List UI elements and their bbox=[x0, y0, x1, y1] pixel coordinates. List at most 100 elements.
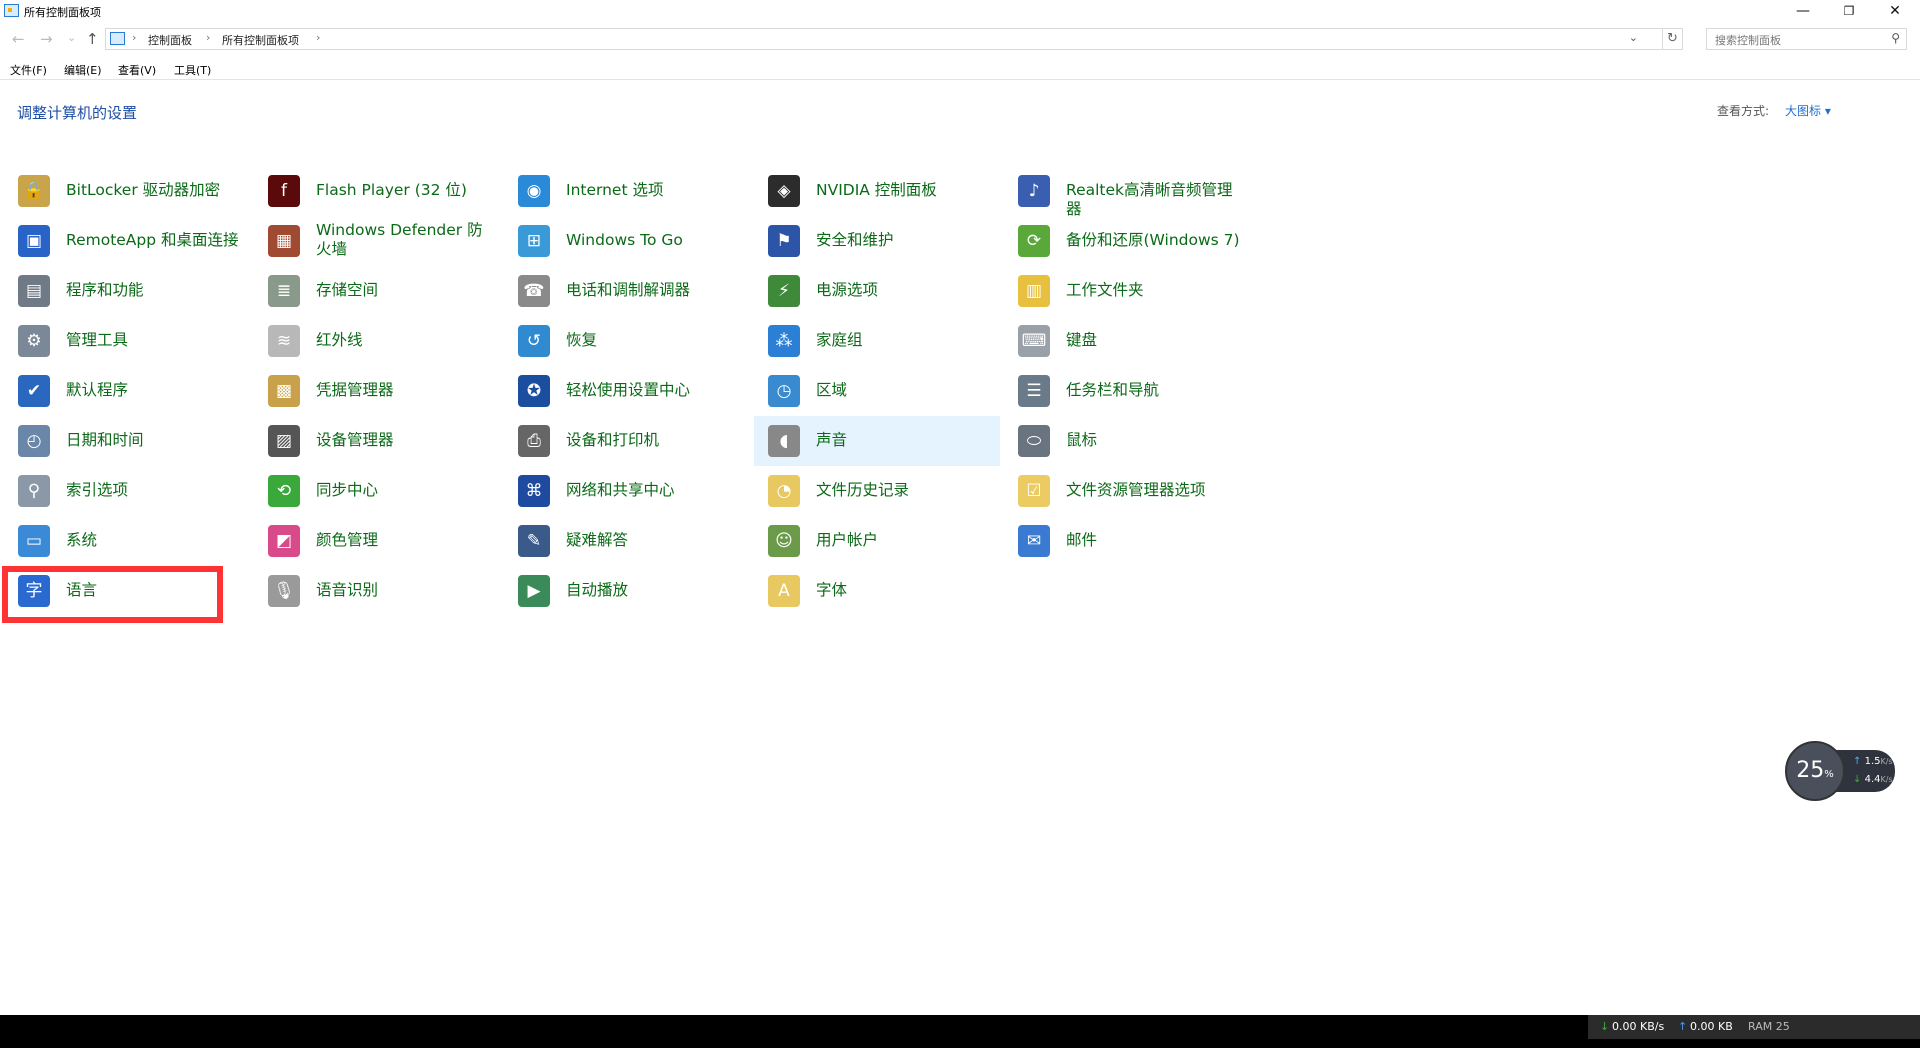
menu-bar: 文件(F) 编辑(E) 查看(V) 工具(T) bbox=[0, 60, 1920, 80]
search-input[interactable]: 搜索控制面板 ⚲ bbox=[1706, 28, 1907, 50]
control-panel-item[interactable]: ◔ 文件历史记录 bbox=[754, 466, 1000, 516]
control-panel-item[interactable]: ♪ Realtek高清晰音频管理器 bbox=[1004, 166, 1250, 218]
back-button[interactable]: ← bbox=[12, 30, 25, 48]
item-label: 设备和打印机 bbox=[566, 431, 660, 449]
control-panel-item[interactable]: ◉ Internet 选项 bbox=[504, 166, 750, 216]
control-panel-item[interactable]: A 字体 bbox=[754, 566, 1000, 616]
item-label: 工作文件夹 bbox=[1066, 281, 1144, 299]
address-bar[interactable]: › 控制面板 › 所有控制面板项 › ⌄ bbox=[105, 28, 1663, 50]
control-panel-item[interactable]: ⬭ 鼠标 bbox=[1004, 416, 1250, 466]
search-icon[interactable]: ⚲ bbox=[1891, 31, 1900, 45]
upload-arrow-icon: ↑ bbox=[1678, 1020, 1688, 1033]
item-label: 默认程序 bbox=[66, 381, 129, 399]
item-label: 电源选项 bbox=[816, 281, 879, 299]
item-label: 文件历史记录 bbox=[816, 481, 910, 499]
download-arrow-icon: ↓ bbox=[1853, 774, 1862, 785]
control-panel-item[interactable]: ⁂ 家庭组 bbox=[754, 316, 1000, 366]
minimize-button[interactable]: — bbox=[1780, 0, 1826, 22]
device-manager-icon: ▨ bbox=[268, 425, 300, 457]
control-panel-item[interactable]: ⟳ 备份和还原(Windows 7) bbox=[1004, 216, 1250, 266]
cpu-unit: % bbox=[1824, 769, 1834, 780]
item-label: 同步中心 bbox=[316, 481, 379, 499]
item-label: RemoteApp 和桌面连接 bbox=[66, 231, 239, 249]
control-panel-item[interactable]: ↺ 恢复 bbox=[504, 316, 750, 366]
control-panel-item[interactable]: ⌘ 网络和共享中心 bbox=[504, 466, 750, 516]
title-bar: 所有控制面板项 — ❐ ✕ bbox=[0, 0, 1920, 24]
control-panel-item[interactable]: ▣ RemoteApp 和桌面连接 bbox=[4, 216, 250, 266]
download-speed: 4.4 bbox=[1864, 774, 1881, 785]
control-panel-item[interactable]: ☑ 文件资源管理器选项 bbox=[1004, 466, 1250, 516]
control-panel-item[interactable]: ◩ 颜色管理 bbox=[254, 516, 500, 566]
menu-edit[interactable]: 编辑(E) bbox=[64, 62, 102, 78]
item-label: 轻松使用设置中心 bbox=[566, 381, 691, 399]
upload-speed: 1.5 bbox=[1864, 756, 1881, 767]
item-label: 程序和功能 bbox=[66, 281, 144, 299]
control-panel-item[interactable]: ✉ 邮件 bbox=[1004, 516, 1250, 566]
control-panel-item[interactable]: ⎙ 设备和打印机 bbox=[504, 416, 750, 466]
restore-button[interactable]: ❐ bbox=[1826, 0, 1872, 22]
printer-icon: ⎙ bbox=[518, 425, 550, 457]
control-panel-item[interactable]: ✎ 疑难解答 bbox=[504, 516, 750, 566]
menu-tools[interactable]: 工具(T) bbox=[174, 62, 211, 78]
item-label: 管理工具 bbox=[66, 331, 129, 349]
control-panel-item[interactable]: ✔ 默认程序 bbox=[4, 366, 250, 416]
control-panel-item[interactable]: ☎ 电话和调制解调器 bbox=[504, 266, 750, 316]
control-panel-item[interactable]: ▥ 工作文件夹 bbox=[1004, 266, 1250, 316]
view-by-dropdown[interactable]: 大图标 ▾ bbox=[1785, 102, 1831, 119]
address-dropdown-icon[interactable]: ⌄ bbox=[1629, 31, 1638, 44]
control-panel-item[interactable]: ▤ 程序和功能 bbox=[4, 266, 250, 316]
up-button[interactable]: ↑ bbox=[86, 30, 99, 48]
recent-locations-button[interactable]: ⌄ bbox=[67, 31, 76, 44]
item-label: Flash Player (32 位) bbox=[316, 181, 467, 199]
control-panel-item[interactable]: ☺ 用户帐户 bbox=[754, 516, 1000, 566]
phone-icon: ☎ bbox=[518, 275, 550, 307]
control-panel-item[interactable]: ▭ 系统 bbox=[4, 516, 250, 566]
mouse-icon: ⬭ bbox=[1018, 425, 1050, 457]
control-panel-item[interactable]: ◴ 日期和时间 bbox=[4, 416, 250, 466]
control-panel-item[interactable]: f Flash Player (32 位) bbox=[254, 166, 500, 216]
control-panel-item[interactable]: ⟲ 同步中心 bbox=[254, 466, 500, 516]
breadcrumb-all-items[interactable]: 所有控制面板项 bbox=[222, 32, 299, 48]
page-title: 调整计算机的设置 bbox=[17, 104, 138, 122]
control-panel-item[interactable]: ≋ 红外线 bbox=[254, 316, 500, 366]
close-button[interactable]: ✕ bbox=[1872, 0, 1918, 22]
ram-usage: RAM 25 bbox=[1748, 1020, 1790, 1033]
menu-view[interactable]: 查看(V) bbox=[118, 62, 156, 78]
control-panel-item[interactable]: ⚙ 管理工具 bbox=[4, 316, 250, 366]
control-panel-item[interactable]: ⊞ Windows To Go bbox=[504, 216, 750, 266]
control-panel-item[interactable]: ⚡ 电源选项 bbox=[754, 266, 1000, 316]
control-panel-item[interactable]: ▨ 设备管理器 bbox=[254, 416, 500, 466]
control-panel-item[interactable]: ▦ Windows Defender 防火墙 bbox=[254, 216, 500, 266]
upload-arrow-icon: ↑ bbox=[1853, 756, 1862, 767]
menu-file[interactable]: 文件(F) bbox=[10, 62, 47, 78]
control-panel-item[interactable]: ⌨ 键盘 bbox=[1004, 316, 1250, 366]
control-panel-item[interactable]: 🎙 语音识别 bbox=[254, 566, 500, 616]
flash-icon: f bbox=[268, 175, 300, 207]
control-panel-item[interactable]: ◖ 声音 bbox=[754, 416, 1000, 466]
net-up-speed: 0.00 KB bbox=[1690, 1020, 1733, 1033]
forward-button[interactable]: → bbox=[40, 30, 53, 48]
control-panel-item[interactable]: ≣ 存储空间 bbox=[254, 266, 500, 316]
index-icon: ⚲ bbox=[18, 475, 50, 507]
item-label: 日期和时间 bbox=[66, 431, 144, 449]
control-panel-item[interactable]: ✪ 轻松使用设置中心 bbox=[504, 366, 750, 416]
refresh-button[interactable]: ↻ bbox=[1663, 28, 1683, 50]
item-label: NVIDIA 控制面板 bbox=[816, 181, 937, 199]
breadcrumb-control-panel[interactable]: 控制面板 bbox=[148, 32, 192, 48]
breadcrumb-separator[interactable]: › bbox=[316, 31, 320, 44]
control-panel-item[interactable]: ◷ 区域 bbox=[754, 366, 1000, 416]
control-panel-item[interactable]: ☰ 任务栏和导航 bbox=[1004, 366, 1250, 416]
control-panel-item[interactable]: ⚑ 安全和维护 bbox=[754, 216, 1000, 266]
net-down-speed: 0.00 KB/s bbox=[1612, 1020, 1665, 1033]
control-panel-item[interactable]: ⚲ 索引选项 bbox=[4, 466, 250, 516]
control-panel-item[interactable]: ▶ 自动播放 bbox=[504, 566, 750, 616]
control-panel-item[interactable]: 🔒 BitLocker 驱动器加密 bbox=[4, 166, 250, 216]
infrared-icon: ≋ bbox=[268, 325, 300, 357]
control-panel-item[interactable]: ▩ 凭据管理器 bbox=[254, 366, 500, 416]
keyboard-icon: ⌨ bbox=[1018, 325, 1050, 357]
control-panel-item[interactable]: ◈ NVIDIA 控制面板 bbox=[754, 166, 1000, 216]
system-icon: ▭ bbox=[18, 525, 50, 557]
item-label: 区域 bbox=[816, 381, 848, 399]
ease-of-access-icon: ✪ bbox=[518, 375, 550, 407]
item-label: 恢复 bbox=[566, 331, 598, 349]
